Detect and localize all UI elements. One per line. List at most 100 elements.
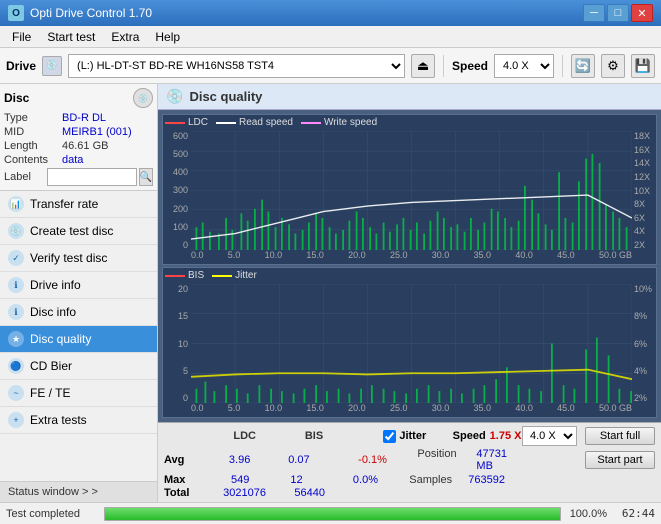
y-axis-right-2: 10% 8% 6% 4% 2% [632, 284, 656, 403]
max-jitter: 0.0% [353, 474, 409, 486]
chart-ldc: LDC Read speed Write speed [162, 114, 657, 265]
disc-icon: 💿 [133, 88, 153, 108]
menu-extra[interactable]: Extra [103, 28, 147, 46]
y-label-0-2: 0 [163, 393, 190, 403]
chart-container: LDC Read speed Write speed [158, 110, 661, 422]
total-row-inner: 3021076 56440 [212, 487, 575, 499]
disc-quality-header-icon: 💿 [166, 88, 183, 105]
position-label: Position [417, 448, 472, 472]
position-row: Position 47731 MB [417, 448, 507, 472]
disc-panel: Disc 💿 Type BD-R DL MID MEIRB1 (001) Len… [0, 84, 157, 191]
menu-help[interactable]: Help [147, 28, 188, 46]
speed-info-row: Speed 1.75 X [453, 430, 522, 442]
y-label-15: 15 [163, 311, 190, 321]
menu-start-test[interactable]: Start test [39, 28, 103, 46]
speed-select[interactable]: 4.0 X [494, 54, 554, 78]
status-window-button[interactable]: Status window > > [0, 481, 157, 502]
legend-write-speed: Write speed [301, 117, 377, 128]
toolbar: Drive 💿 (L:) HL-DT-ST BD-RE WH16NS58 TST… [0, 48, 661, 84]
avg-ldc: 3.96 [210, 454, 269, 466]
maximize-button[interactable]: □ [607, 4, 629, 22]
samples-label: Samples [409, 474, 464, 486]
y-label-16x: 16X [632, 145, 656, 155]
disc-type-value: BD-R DL [62, 112, 106, 124]
max-total-row: Max Total 549 12 0.0% Samples 763592 [164, 474, 655, 499]
menu-file[interactable]: File [4, 28, 39, 46]
sidebar-item-transfer-rate[interactable]: 📊 Transfer rate [0, 191, 157, 218]
content-header: 💿 Disc quality [158, 84, 661, 110]
sidebar-item-cd-bier[interactable]: 🔵 CD Bier [0, 353, 157, 380]
eject-button[interactable]: ⏏ [411, 54, 435, 78]
x2-label-40: 40.0 [515, 403, 533, 417]
y-label-6pct: 6% [632, 339, 656, 349]
y-label-400: 400 [163, 167, 190, 177]
drive-info-icon: ℹ [8, 277, 24, 293]
nav-disc-quality-label: Disc quality [30, 332, 91, 346]
stats-header-row: LDC BIS Jitter Speed 1.75 X 4.0 X [164, 426, 655, 446]
sidebar-item-drive-info[interactable]: ℹ Drive info [0, 272, 157, 299]
label-browse-button[interactable]: 🔍 [139, 168, 153, 186]
chart-ldc-legend: LDC Read speed Write speed [165, 117, 377, 128]
legend-bis-label: BIS [188, 270, 204, 281]
x2-label-20: 20.0 [348, 403, 366, 417]
avg-row: Avg 3.96 0.07 -0.1% Position 47731 MB [164, 448, 655, 472]
status-window-label: Status window > > [8, 486, 98, 498]
start-part-button[interactable]: Start part [585, 451, 655, 469]
y-label-12x: 12X [632, 172, 656, 182]
save-button[interactable]: 💾 [631, 54, 655, 78]
position-value: 47731 MB [476, 448, 507, 472]
sidebar-item-fe-te[interactable]: ~ FE / TE [0, 380, 157, 407]
sidebar-item-create-test-disc[interactable]: 💿 Create test disc [0, 218, 157, 245]
legend-ldc-color [165, 122, 185, 124]
x-axis-1: 0.0 5.0 10.0 15.0 20.0 25.0 30.0 35.0 40… [191, 250, 632, 264]
y-label-2x: 2X [632, 240, 656, 250]
legend-ldc: LDC [165, 117, 208, 128]
toolbar-separator [443, 55, 444, 77]
nav-cd-bier-label: CD Bier [30, 359, 72, 373]
sidebar-item-disc-quality[interactable]: ★ Disc quality [0, 326, 157, 353]
y-label-20: 20 [163, 284, 190, 294]
content-title: Disc quality [189, 89, 262, 104]
settings-button[interactable]: ⚙ [601, 54, 625, 78]
y-axis-right-1: 18X 16X 14X 12X 10X 8X 6X 4X 2X [632, 131, 656, 250]
minimize-button[interactable]: ─ [583, 4, 605, 22]
sidebar-item-disc-info[interactable]: ℹ Disc info [0, 299, 157, 326]
disc-length-value: 46.61 GB [62, 140, 108, 152]
disc-type-label: Type [4, 112, 62, 124]
x-label-35: 35.0 [474, 250, 492, 264]
legend-jitter-color [212, 275, 232, 277]
app-title: Opti Drive Control 1.70 [30, 6, 152, 20]
col-header-bis: BIS [279, 430, 348, 442]
y-axis-left-2: 20 15 10 5 0 [163, 284, 190, 403]
disc-info-icon: ℹ [8, 304, 24, 320]
legend-jitter-label: Jitter [235, 270, 257, 281]
chart-bis-svg [191, 284, 632, 403]
nav-drive-info-label: Drive info [30, 278, 81, 292]
nav-items: 📊 Transfer rate 💿 Create test disc ✓ Ver… [0, 191, 157, 481]
total-bis: 56440 [277, 487, 342, 499]
jitter-checkbox[interactable] [383, 430, 396, 443]
avg-label: Avg [164, 454, 202, 466]
x2-label-30: 30.0 [432, 403, 450, 417]
y-label-10: 10 [163, 339, 190, 349]
sidebar-item-verify-test-disc[interactable]: ✓ Verify test disc [0, 245, 157, 272]
x2-label-35: 35.0 [474, 403, 492, 417]
label-input[interactable] [47, 168, 137, 186]
progress-area: Test completed 100.0% 62:44 [0, 502, 661, 524]
x-label-5: 5.0 [228, 250, 241, 264]
refresh-button[interactable]: 🔄 [571, 54, 595, 78]
legend-read-color [216, 122, 236, 124]
x-label-15: 15.0 [306, 250, 324, 264]
max-total-labels: Max Total [164, 474, 204, 499]
x-label-25: 25.0 [390, 250, 408, 264]
total-ldc: 3021076 [212, 487, 277, 499]
sidebar-item-extra-tests[interactable]: + Extra tests [0, 407, 157, 434]
close-button[interactable]: ✕ [631, 4, 653, 22]
speed-select-stat[interactable]: 4.0 X [522, 426, 577, 446]
start-full-button[interactable]: Start full [585, 427, 655, 445]
speed-label: Speed [452, 59, 488, 73]
samples-row: Samples 763592 [409, 474, 505, 486]
drive-select[interactable]: (L:) HL-DT-ST BD-RE WH16NS58 TST4 [68, 54, 405, 78]
cd-bier-icon: 🔵 [8, 358, 24, 374]
y-label-100: 100 [163, 222, 190, 232]
